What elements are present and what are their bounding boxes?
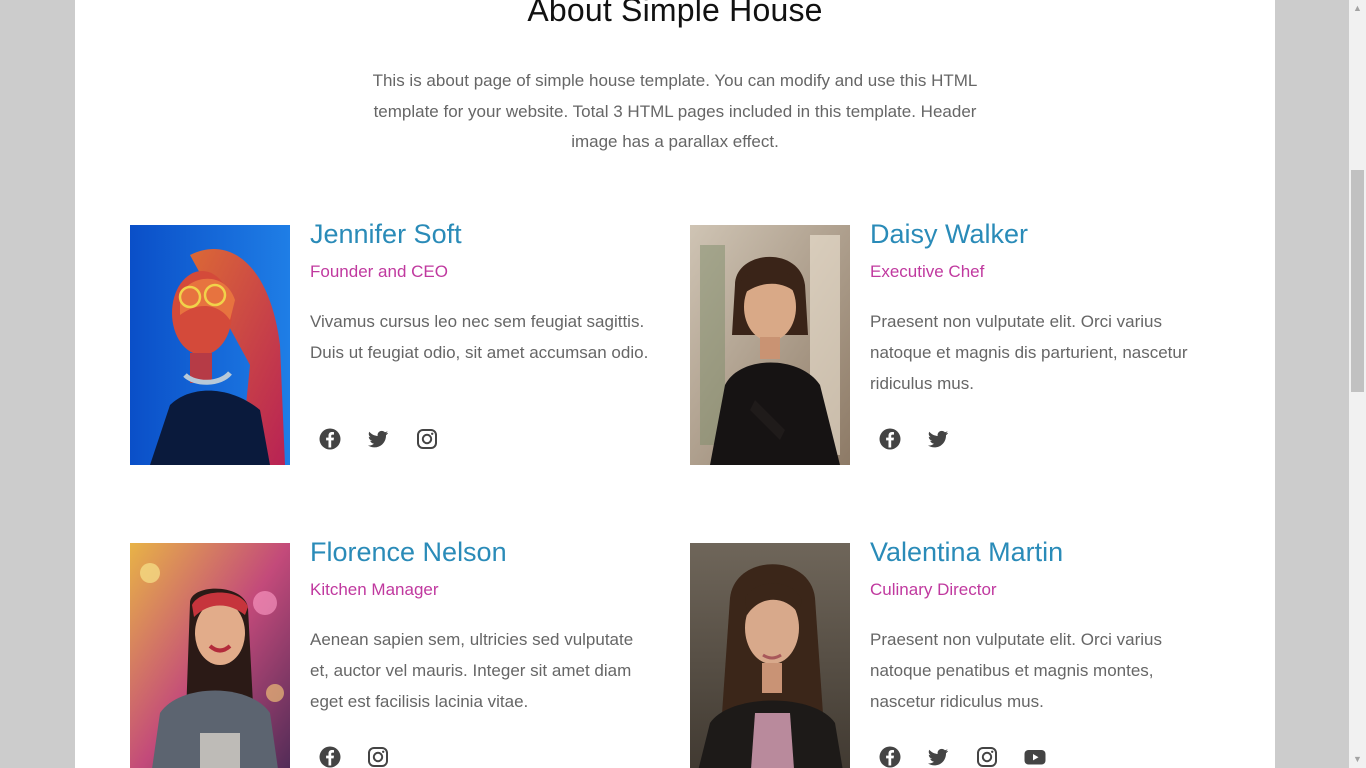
vertical-scrollbar[interactable]: ▲ ▼ bbox=[1349, 0, 1366, 768]
intro-text: This is about page of simple house templ… bbox=[372, 71, 978, 151]
member-name: Valentina Martin bbox=[870, 537, 1064, 567]
member-role: Culinary Director bbox=[870, 580, 997, 599]
member-role: Founder and CEO bbox=[310, 262, 448, 281]
twitter-icon[interactable] bbox=[926, 745, 950, 768]
instagram-icon[interactable] bbox=[975, 745, 999, 768]
social-links bbox=[318, 745, 410, 768]
member-info: Jennifer Soft Founder and CEO Vivamus cu… bbox=[310, 217, 650, 368]
member-name: Daisy Walker bbox=[870, 219, 1029, 249]
youtube-icon[interactable] bbox=[1023, 745, 1047, 768]
twitter-icon[interactable] bbox=[366, 427, 390, 451]
social-links bbox=[878, 427, 970, 451]
social-links bbox=[318, 427, 459, 451]
facebook-icon[interactable] bbox=[878, 427, 902, 451]
member-info: Valentina Martin Culinary Director Praes… bbox=[870, 535, 1210, 717]
facebook-icon[interactable] bbox=[318, 427, 342, 451]
member-photo bbox=[690, 225, 850, 465]
member-info: Daisy Walker Executive Chef Praesent non… bbox=[870, 217, 1210, 399]
member-bio: Praesent non vulputate elit. Orci varius… bbox=[870, 630, 1162, 711]
member-photo bbox=[130, 543, 290, 768]
twitter-icon[interactable] bbox=[926, 427, 950, 451]
about-page: About Simple House This is about page of… bbox=[75, 0, 1275, 768]
member-photo bbox=[130, 225, 290, 465]
member-bio: Aenean sapien sem, ultricies sed vulputa… bbox=[310, 630, 634, 711]
team-member-card: Daisy Walker Executive Chef Praesent non… bbox=[690, 219, 1230, 485]
scroll-up-arrow-icon[interactable]: ▲ bbox=[1349, 0, 1366, 17]
member-photo bbox=[690, 543, 850, 768]
member-name: Jennifer Soft bbox=[310, 219, 462, 249]
member-role: Executive Chef bbox=[870, 262, 985, 281]
social-links bbox=[878, 745, 1067, 768]
member-role: Kitchen Manager bbox=[310, 580, 439, 599]
team-member-card: Jennifer Soft Founder and CEO Vivamus cu… bbox=[130, 219, 670, 485]
member-bio: Vivamus cursus leo nec sem feugiat sagit… bbox=[310, 312, 649, 362]
member-name: Florence Nelson bbox=[310, 537, 507, 567]
facebook-icon[interactable] bbox=[878, 745, 902, 768]
instagram-icon[interactable] bbox=[366, 745, 390, 768]
scroll-down-arrow-icon[interactable]: ▼ bbox=[1349, 751, 1366, 768]
scrollbar-thumb[interactable] bbox=[1351, 170, 1364, 392]
page-title: About Simple House bbox=[527, 0, 823, 28]
member-info: Florence Nelson Kitchen Manager Aenean s… bbox=[310, 535, 650, 717]
facebook-icon[interactable] bbox=[318, 745, 342, 768]
member-bio: Praesent non vulputate elit. Orci varius… bbox=[870, 312, 1188, 393]
instagram-icon[interactable] bbox=[415, 427, 439, 451]
team-member-card: Florence Nelson Kitchen Manager Aenean s… bbox=[130, 537, 670, 768]
team-member-card: Valentina Martin Culinary Director Praes… bbox=[690, 537, 1230, 768]
